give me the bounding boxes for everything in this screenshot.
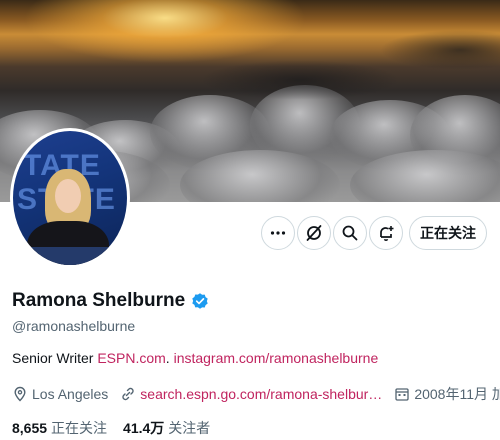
name-row: Ramona Shelburne <box>12 290 209 312</box>
link-icon <box>122 387 134 401</box>
user-handle: @ramonashelburne <box>12 318 136 334</box>
joined-date: 2008年11月 加入 <box>394 384 500 404</box>
verified-badge-icon[interactable] <box>191 292 209 310</box>
location-text: Los Angeles <box>32 386 109 402</box>
display-name: Ramona Shelburne <box>12 290 186 311</box>
following-label: 正在关注 <box>51 420 108 436</box>
calendar-icon <box>395 388 409 401</box>
profile-meta: Los Angeles search.espn.go.com/ramona-sh… <box>12 384 500 404</box>
bio: Senior Writer ESPN.com. instagram.com/ra… <box>12 350 378 366</box>
avatar[interactable]: TATE STATE <box>10 128 130 268</box>
followers-count: 41.4万 <box>123 420 165 436</box>
bio-separator: . <box>165 350 174 366</box>
grok-icon <box>306 225 322 241</box>
following-count: 8,655 <box>12 420 48 436</box>
followers-stat[interactable]: 41.4万 关注者 <box>123 418 210 438</box>
avatar-image: TATE STATE <box>13 131 127 265</box>
location: Los Angeles <box>12 386 108 402</box>
joined-text: 2008年11月 加入 <box>414 386 500 402</box>
search-button[interactable] <box>333 216 367 250</box>
website-link[interactable]: search.espn.go.com/ramona-shelbur… <box>140 386 382 402</box>
notify-button[interactable] <box>369 216 403 250</box>
more-button[interactable] <box>261 216 295 250</box>
website[interactable]: search.espn.go.com/ramona-shelbur… <box>120 386 382 402</box>
bio-link-instagram[interactable]: instagram.com/ramonashelburne <box>174 350 379 366</box>
following-button[interactable]: 正在关注 <box>409 216 487 250</box>
bio-text: Senior Writer <box>12 350 98 366</box>
grok-button[interactable] <box>297 216 331 250</box>
bio-link-espn[interactable]: ESPN.com <box>97 350 165 366</box>
bell-plus-icon <box>380 226 394 241</box>
search-icon <box>342 225 358 241</box>
profile-stats: 8,655 正在关注 41.4万 关注者 <box>12 418 226 438</box>
following-stat[interactable]: 8,655 正在关注 <box>12 418 107 438</box>
more-icon <box>270 231 286 235</box>
followers-label: 关注者 <box>168 420 211 436</box>
location-pin-icon <box>14 386 26 402</box>
